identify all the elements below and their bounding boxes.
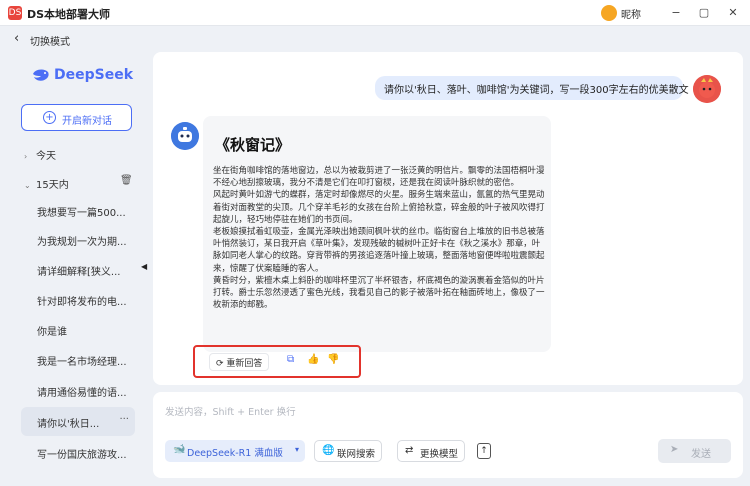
thumbs-down-icon[interactable]: 👎: [327, 354, 339, 365]
history-item-title: 请用通俗易懂的语...: [37, 388, 127, 399]
bot-avatar-icon: [171, 122, 199, 150]
history-item-title: 你是谁: [37, 327, 67, 338]
globe-icon: 🌐: [322, 445, 335, 456]
history-item[interactable]: 请用通俗易懂的语...: [21, 376, 135, 405]
essay-paragraph: 老板娘摸拭着虹吸壶，金属光泽映出她颈间枫叶状的丝巾。临街窗台上堆放的旧书总被落叶…: [213, 227, 545, 274]
message-input[interactable]: 发送内容，Shift + Enter 换行: [165, 404, 296, 418]
history-item[interactable]: 我是一名市场经理...: [21, 345, 135, 374]
user-avatar[interactable]: [601, 5, 617, 21]
user-message-bubble: 请你以'秋日、落叶、咖啡馆'为关键词，写一段300字左右的优美散文: [375, 76, 689, 100]
trash-icon[interactable]: 🗑: [120, 175, 133, 186]
essay-title: 《秋窗记》: [215, 136, 291, 154]
regenerate-button[interactable]: ⟳ 重新回答: [209, 353, 270, 371]
history-item-title: 请你以'秋日...: [37, 419, 100, 430]
group-label: 15天内: [36, 180, 69, 191]
deepseek-whale-icon: [33, 69, 49, 81]
close-icon[interactable]: ✕: [724, 4, 742, 22]
new-chat-button[interactable]: + 开启新对话: [21, 104, 132, 131]
web-search-button[interactable]: 🌐 联网搜索: [314, 440, 382, 462]
refresh-icon: ⟳: [216, 359, 224, 369]
essay-paragraph: 坐在街角咖啡馆的落地窗边，总以为被栽剪进了一张泛黄的明信片。飘零的法国梧桐叶漫不…: [213, 166, 545, 189]
history-item[interactable]: 为我规划一次为期...: [21, 225, 135, 254]
chevron-down-icon: ⌄: [24, 181, 31, 190]
chevron-right-icon: ›: [24, 152, 28, 161]
minimize-icon[interactable]: −: [667, 4, 685, 22]
app-logo-icon: DS: [8, 6, 22, 20]
collapse-sidebar-icon[interactable]: ◀: [141, 262, 147, 271]
regenerate-label: 重新回答: [226, 359, 263, 369]
history-item[interactable]: 针对即将发布的电...: [21, 285, 135, 314]
group-today[interactable]: › 今天: [24, 147, 56, 162]
more-options-icon[interactable]: ···: [119, 414, 129, 425]
title-bar: DS DS本地部署大师 昵称 − ▢ ✕: [0, 0, 750, 26]
dropdown-arrow-icon: ▾: [294, 445, 299, 454]
copy-icon[interactable]: ⧉: [287, 354, 294, 365]
switch-mode-link[interactable]: 切换模式: [30, 33, 70, 48]
model-select[interactable]: 🐋 DeepSeek-R1 满血版 ▾: [165, 440, 305, 462]
composer: 发送内容，Shift + Enter 换行 🐋 DeepSeek-R1 满血版 …: [153, 392, 743, 478]
web-search-label: 联网搜索: [337, 449, 376, 460]
history-item[interactable]: 请详细解释[狭义...: [21, 255, 135, 284]
group-15-days[interactable]: ⌄ 15天内: [24, 176, 69, 191]
history-item[interactable]: 写一份国庆旅游攻...: [21, 438, 135, 467]
user-name[interactable]: 昵称: [621, 6, 641, 21]
bot-answer-card: 《秋窗记》 坐在街角咖啡馆的落地窗边，总以为被栽剪进了一张泛黄的明信片。飘零的法…: [203, 116, 551, 352]
plus-circle-icon: +: [43, 111, 56, 124]
chat-panel: 请你以'秋日、落叶、咖啡馆'为关键词，写一段300字左右的优美散文 《秋窗记》 …: [153, 52, 743, 385]
send-button[interactable]: ➤ 发送: [658, 439, 731, 463]
swap-icon: ⇄: [405, 445, 414, 456]
back-arrow-icon[interactable]: ‹: [14, 32, 19, 45]
history-item-title: 针对即将发布的电...: [37, 297, 127, 308]
send-label: 发送: [691, 449, 711, 460]
app-title: DS本地部署大师: [27, 8, 111, 21]
history-item-title: 写一份国庆旅游攻...: [37, 450, 127, 461]
group-label: 今天: [36, 151, 56, 162]
send-plane-icon: ➤: [670, 444, 679, 455]
model-label: DeepSeek-R1 满血版: [187, 448, 283, 459]
thumbs-up-icon[interactable]: 👍: [307, 354, 319, 365]
history-item[interactable]: 我想要写一篇500...: [21, 196, 135, 225]
user-avatar-icon: [693, 75, 721, 103]
history-item-title: 请详细解释[狭义...: [37, 267, 121, 278]
sidebar: DeepSeek + 开启新对话 › 今天 ⌄ 15天内 🗑 我想要写一篇500..…: [14, 52, 147, 480]
upload-icon[interactable]: ↑: [477, 443, 491, 459]
brand-name: DeepSeek: [54, 67, 134, 83]
mode-bar: ‹ 切换模式: [0, 26, 750, 52]
history-item-title: 我是一名市场经理...: [37, 357, 127, 368]
essay-paragraph: 风起时黄叶如游弋的蝶群，落定时却像燃尽的火星。服务生端来蓝山，氤氲的热气里晃动着…: [213, 190, 545, 225]
history-item-title: 我想要写一篇500...: [37, 208, 126, 219]
essay-paragraph: 黄昏时分，紫檀木桌上斜卧的咖啡杯里沉了半杯银杏，杯底褐色的漩涡裹着金箔似的叶片打…: [213, 275, 545, 311]
switch-model-label: 更换模型: [420, 449, 459, 460]
answer-actions-highlight: ⟳ 重新回答 ⧉ 👍 👎: [193, 345, 361, 378]
essay-body: 坐在街角咖啡馆的落地窗边，总以为被栽剪进了一张泛黄的明信片。飘零的法国梧桐叶漫不…: [213, 165, 547, 311]
new-chat-label: 开启新对话: [62, 116, 112, 127]
history-item[interactable]: 你是谁: [21, 315, 135, 344]
maximize-icon[interactable]: ▢: [695, 4, 713, 22]
history-item-active[interactable]: 请你以'秋日... ···: [21, 407, 135, 436]
history-item-title: 为我规划一次为期...: [37, 237, 127, 248]
deepseek-model-icon: 🐋: [173, 444, 186, 455]
switch-model-button[interactable]: ⇄ 更换模型: [397, 440, 465, 462]
